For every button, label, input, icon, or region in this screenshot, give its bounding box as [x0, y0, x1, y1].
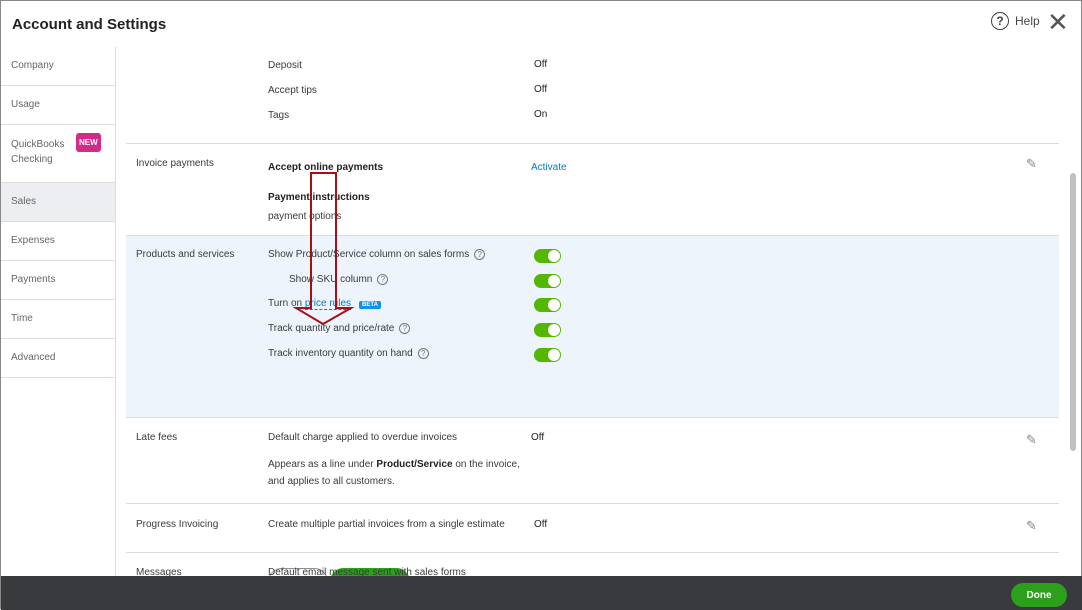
footer-bar: Done: [1, 576, 1082, 610]
red-arrow-annotation: [292, 172, 355, 326]
done-button[interactable]: Done: [1011, 583, 1067, 607]
